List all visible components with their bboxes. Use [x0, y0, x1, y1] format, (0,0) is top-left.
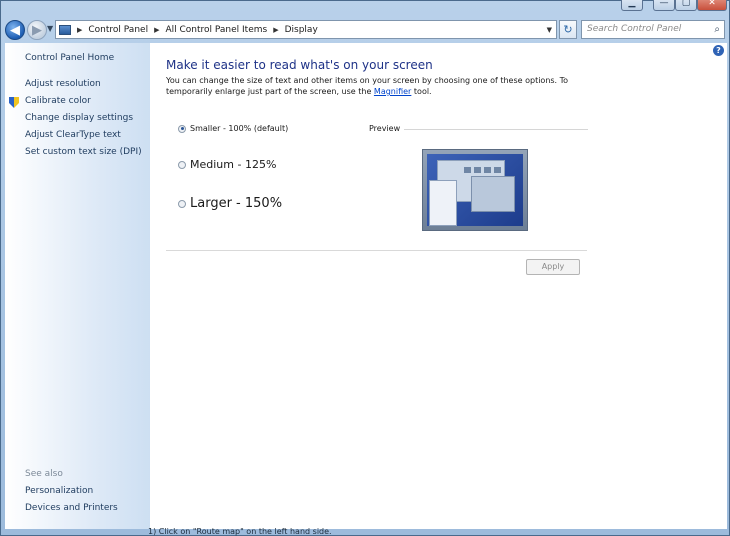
option-larger-label[interactable]: Larger - 150%: [190, 196, 282, 211]
preview-tile: [494, 167, 501, 173]
preview-window: [429, 180, 457, 226]
preview-window: [471, 176, 515, 212]
preview-tile: [474, 167, 481, 173]
option-medium-label[interactable]: Medium - 125%: [190, 158, 276, 171]
forward-button[interactable]: ▶: [27, 20, 47, 40]
address-dropdown-icon[interactable]: ▼: [547, 26, 552, 34]
control-panel-window: ▁ — ▢ ✕ ◀ ▶ ▼ ▶ Control Panel ▶ All Cont…: [0, 0, 730, 536]
page-title: Make it easier to read what's on your sc…: [166, 58, 433, 72]
content-divider: [166, 250, 587, 251]
background-text: 1) Click on "Route map" on the left hand…: [148, 527, 332, 536]
preview-tile: [464, 167, 471, 173]
maximize-button[interactable]: ▢: [675, 0, 697, 11]
radio-medium[interactable]: [178, 160, 186, 169]
minimize-button[interactable]: ▁: [621, 0, 643, 11]
sidebar-item-calibrate-color[interactable]: Calibrate color: [25, 96, 91, 106]
sidebar-item-adjust-resolution[interactable]: Adjust resolution: [25, 79, 101, 89]
address-bar[interactable]: ▶ Control Panel ▶ All Control Panel Item…: [55, 20, 557, 39]
preview-tile: [484, 167, 491, 173]
breadcrumb-separator-icon[interactable]: ▶: [77, 26, 82, 34]
sidebar-control-panel-home[interactable]: Control Panel Home: [25, 53, 114, 63]
sidebar-item-personalization[interactable]: Personalization: [25, 486, 93, 496]
minimize-icon[interactable]: —: [653, 0, 675, 11]
see-also-heading: See also: [25, 469, 63, 479]
search-icon[interactable]: ⌕: [714, 21, 720, 38]
sidebar-item-change-display-settings[interactable]: Change display settings: [25, 113, 133, 123]
preview-image: [422, 149, 528, 231]
sidebar-item-adjust-cleartype[interactable]: Adjust ClearType text: [25, 130, 121, 140]
breadcrumb-separator-icon[interactable]: ▶: [273, 26, 278, 34]
control-panel-icon: [59, 24, 71, 35]
apply-button[interactable]: Apply: [526, 259, 580, 275]
help-icon[interactable]: ?: [713, 45, 724, 56]
breadcrumb-control-panel[interactable]: Control Panel: [88, 25, 148, 35]
refresh-button[interactable]: ↻: [559, 20, 577, 39]
page-description: You can change the size of text and othe…: [166, 75, 586, 97]
title-bar: ▁ — ▢ ✕: [1, 0, 729, 15]
breadcrumb-separator-icon[interactable]: ▶: [154, 26, 159, 34]
option-medium[interactable]: Medium - 125%: [178, 158, 276, 171]
back-button[interactable]: ◀: [5, 20, 25, 40]
radio-smaller[interactable]: [178, 124, 186, 133]
sidebar-item-custom-text-size[interactable]: Set custom text size (DPI): [25, 147, 142, 157]
preview-screen: [427, 154, 523, 226]
radio-larger[interactable]: [178, 199, 186, 208]
description-text-end: tool.: [413, 87, 432, 96]
navigation-bar: ◀ ▶ ▼ ▶ Control Panel ▶ All Control Pane…: [1, 17, 729, 43]
close-button[interactable]: ✕: [697, 0, 727, 11]
search-placeholder: Search Control Panel: [587, 24, 682, 34]
magnifier-link[interactable]: Magnifier: [374, 87, 411, 96]
sidebar: Control Panel Home Adjust resolution Cal…: [5, 43, 150, 529]
preview-divider: [404, 129, 588, 130]
shield-icon: [9, 97, 19, 108]
description-text: You can change the size of text and othe…: [166, 76, 569, 96]
main-content: ? Make it easier to read what's on your …: [150, 43, 727, 529]
preview-label: Preview: [369, 124, 401, 133]
breadcrumb-all-items[interactable]: All Control Panel Items: [165, 25, 267, 35]
breadcrumb-display[interactable]: Display: [285, 25, 318, 35]
option-larger[interactable]: Larger - 150%: [178, 196, 282, 211]
option-smaller[interactable]: Smaller - 100% (default): [178, 124, 288, 133]
sidebar-item-devices-and-printers[interactable]: Devices and Printers: [25, 503, 118, 513]
recent-pages-dropdown-icon[interactable]: ▼: [47, 24, 53, 33]
option-smaller-label[interactable]: Smaller - 100% (default): [190, 124, 288, 133]
search-input[interactable]: Search Control Panel ⌕: [581, 20, 725, 39]
